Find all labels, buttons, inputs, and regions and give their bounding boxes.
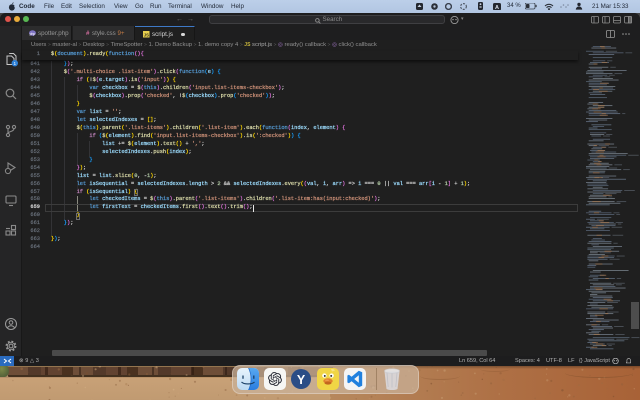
svg-text:Y: Y <box>297 373 306 387</box>
